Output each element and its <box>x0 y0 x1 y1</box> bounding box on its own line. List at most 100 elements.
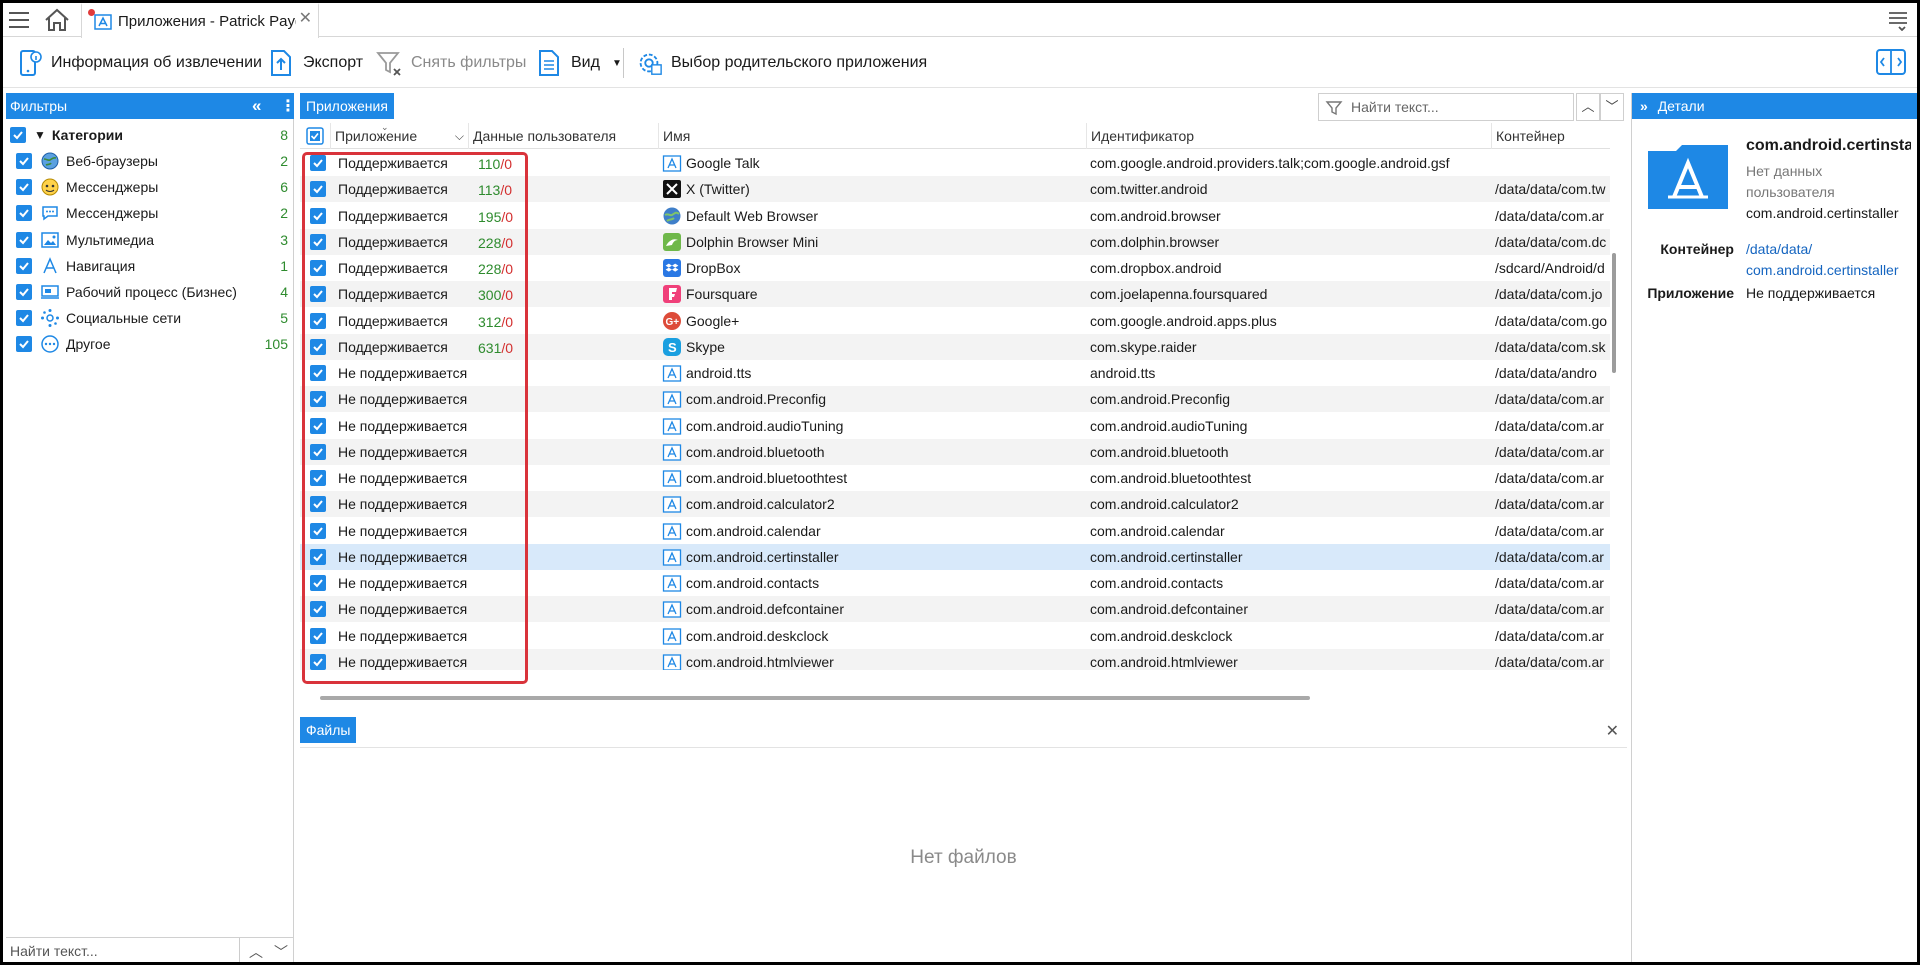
row-checkbox[interactable] <box>310 548 326 565</box>
table-row[interactable]: Поддерживается 195/0 Default Web Browser co… <box>300 203 1610 229</box>
filter-item[interactable]: Мессенджеры 2 <box>6 200 294 226</box>
chevron-up-icon[interactable]: ︿ <box>249 942 263 962</box>
close-icon[interactable]: ✕ <box>1606 721 1619 741</box>
collapse-panel-icon[interactable]: « <box>252 96 261 116</box>
table-row[interactable]: Не поддерживается com.android.htmlviewer c… <box>300 648 1610 670</box>
filter-item[interactable]: Веб-браузеры 2 <box>6 148 294 174</box>
tab-applications[interactable]: Приложения - Patrick Payg... ✕ <box>81 3 319 38</box>
chevron-down-icon[interactable]: ﹀ <box>1600 93 1624 121</box>
checkbox[interactable] <box>16 336 32 353</box>
row-checkbox[interactable] <box>310 260 326 276</box>
checkbox[interactable] <box>16 310 32 327</box>
tab-applications-panel[interactable]: Приложения <box>300 93 394 119</box>
row-checkbox[interactable] <box>310 575 326 591</box>
row-checkbox[interactable] <box>310 470 326 486</box>
clear-filters-button[interactable]: Снять фильтры <box>375 46 526 80</box>
row-checkbox[interactable] <box>310 233 326 250</box>
column-header-identifier[interactable]: Идентификатор <box>1086 123 1490 149</box>
filter-item[interactable]: Мессенджеры 6 <box>6 174 294 200</box>
select-all-checkbox[interactable] <box>306 127 324 145</box>
apps-search-box[interactable]: Найти текст... <box>1318 93 1574 121</box>
view-button[interactable]: Вид ▼ <box>535 46 622 80</box>
row-checkbox[interactable] <box>310 207 326 224</box>
table-row[interactable]: Поддерживается 300/0 Foursquare com.joelape… <box>300 281 1610 308</box>
details-container-link-1[interactable]: /data/data/ <box>1746 241 1812 257</box>
checkbox[interactable] <box>10 127 26 143</box>
row-checkbox[interactable] <box>310 627 326 644</box>
row-checkbox[interactable] <box>310 155 326 171</box>
filter-item[interactable]: Навигация 1 <box>6 253 294 279</box>
row-checkbox[interactable] <box>310 417 326 434</box>
row-checkbox[interactable] <box>310 653 326 670</box>
row-checkbox[interactable] <box>310 522 326 539</box>
vertical-scrollbar[interactable] <box>1612 253 1616 373</box>
horizontal-scrollbar[interactable] <box>320 696 1310 700</box>
chevron-down-icon[interactable]: ﹀ <box>274 942 288 962</box>
expand-panel-icon[interactable]: » <box>1640 98 1648 114</box>
export-button[interactable]: Экспорт <box>267 46 363 80</box>
table-row[interactable]: Поддерживается 113/0 X (Twitter) com.twitte… <box>300 176 1610 203</box>
checkbox[interactable] <box>16 284 32 300</box>
tab-files[interactable]: Файлы <box>300 717 357 743</box>
chevron-down-icon[interactable]: ▼ <box>34 128 46 142</box>
column-header-container[interactable]: Контейнер <box>1491 123 1610 149</box>
cell-container: /data/data/com.sk <box>1495 338 1606 355</box>
table-row[interactable]: Не поддерживается com.android.certinstall… <box>300 543 1610 570</box>
list-menu-icon[interactable] <box>1887 9 1909 31</box>
checkbox[interactable] <box>16 205 32 222</box>
checkbox[interactable] <box>16 257 32 274</box>
table-row[interactable]: Поддерживается 312/0 G+ Google+ com.google.a… <box>300 308 1610 334</box>
cell-app-status: Не поддерживается <box>338 470 468 486</box>
filter-item[interactable]: Другое 105 <box>6 331 294 357</box>
checkbox[interactable] <box>16 153 32 169</box>
table-row[interactable]: Поддерживается 631/0 S Skype com.skype.raide… <box>300 333 1610 360</box>
filters-search-input[interactable]: Найти текст... <box>10 943 98 959</box>
row-checkbox[interactable] <box>310 286 326 303</box>
column-header-user-data[interactable]: Данные пользователя <box>468 123 650 149</box>
cell-app-status: Поддерживается <box>338 338 448 355</box>
table-row[interactable]: Не поддерживается com.android.deskclock co… <box>300 623 1610 649</box>
row-checkbox[interactable] <box>310 601 326 618</box>
filter-item[interactable]: Мультимедиа 3 <box>6 227 294 253</box>
table-row[interactable]: Не поддерживается com.android.audioTuning… <box>300 413 1610 439</box>
row-checkbox[interactable] <box>310 391 326 408</box>
row-checkbox[interactable] <box>310 443 326 460</box>
row-checkbox[interactable] <box>310 496 326 513</box>
checkbox[interactable] <box>16 231 32 248</box>
cell-container: /data/data/com.ar <box>1495 601 1604 618</box>
details-header[interactable]: » Детали <box>1632 93 1917 119</box>
row-checkbox[interactable] <box>310 181 326 198</box>
extraction-info-button[interactable]: Информация об извлечении <box>15 46 262 80</box>
table-row[interactable]: Не поддерживается com.android.contacts com… <box>300 570 1610 596</box>
row-checkbox[interactable] <box>310 365 326 381</box>
table-row[interactable]: Не поддерживается com.android.bluetooth co… <box>300 438 1610 465</box>
tab-close-icon[interactable]: ✕ <box>299 8 312 28</box>
chevron-up-icon[interactable]: ︿ <box>1576 93 1600 121</box>
table-row[interactable]: Не поддерживается com.android.Preconfig co… <box>300 386 1610 413</box>
table-row[interactable]: Поддерживается 110/0 Google Talk com.google… <box>300 150 1610 176</box>
column-header-app[interactable]: Приложение ⌄ ⌵ <box>330 122 468 149</box>
filter-item[interactable]: Социальные сети 5 <box>6 305 294 331</box>
table-row[interactable]: Поддерживается 228/0 DropBox com.dropbox.an… <box>300 255 1610 281</box>
home-icon[interactable] <box>43 7 71 33</box>
hamburger-menu-icon[interactable] <box>7 8 31 32</box>
row-checkbox[interactable] <box>310 338 326 355</box>
column-filter-icon[interactable]: ⌵ <box>455 123 464 149</box>
parent-app-button[interactable]: Выбор родительского приложения <box>635 46 927 80</box>
details-container-link-2[interactable]: com.android.certinstaller <box>1746 262 1911 278</box>
more-options-icon[interactable]: ⋮ <box>280 96 296 116</box>
checkbox[interactable] <box>16 179 32 196</box>
column-header-name[interactable]: Имя <box>658 123 1082 149</box>
export-label: Экспорт <box>303 54 364 71</box>
filter-item[interactable]: Рабочий процесс (Бизнес) 4 <box>6 279 294 305</box>
table-row[interactable]: Не поддерживается android.tts android.tts /… <box>300 360 1610 386</box>
table-row[interactable]: Не поддерживается com.android.calculator2… <box>300 491 1610 518</box>
table-row[interactable]: Не поддерживается com.android.calendar com… <box>300 518 1610 544</box>
table-row[interactable]: Не поддерживается com.android.bluetoothte… <box>300 465 1610 491</box>
apps-search-input[interactable]: Найти текст... <box>1351 99 1439 115</box>
table-row[interactable]: Поддерживается 228/0 Dolphin Browser Mini c… <box>300 228 1610 255</box>
table-row[interactable]: Не поддерживается com.android.defcontaine… <box>300 596 1610 623</box>
row-checkbox[interactable] <box>310 312 326 329</box>
panel-layout-icon[interactable] <box>1875 47 1907 77</box>
filter-root-categories[interactable]: ▼ Категории 8 <box>6 122 294 148</box>
